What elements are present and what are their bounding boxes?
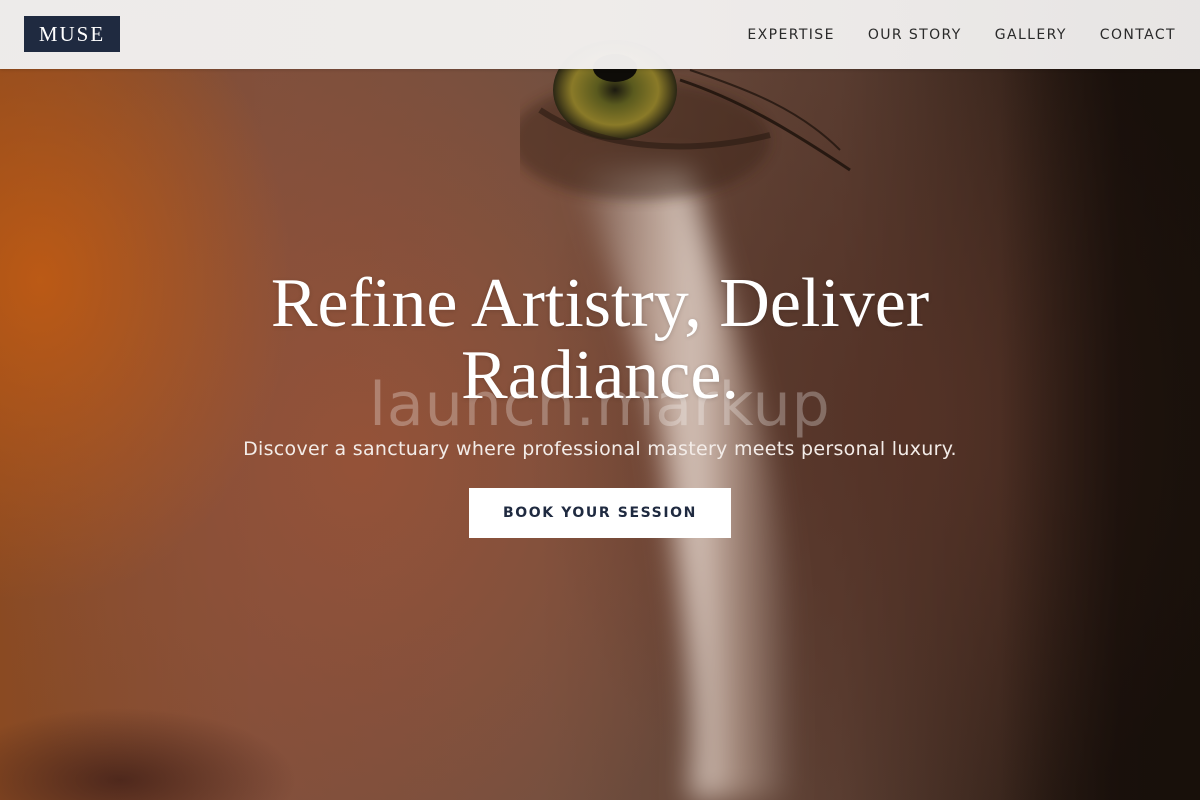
logo[interactable]: MUSE (24, 16, 120, 52)
nav-link-our-story[interactable]: OUR STORY (868, 27, 962, 43)
eye-graphic (520, 40, 851, 200)
hero-subheadline: Discover a sanctuary where professional … (243, 438, 957, 460)
site-header: MUSE EXPERTISE OUR STORY GALLERY CONTACT (0, 0, 1200, 69)
nav-link-gallery[interactable]: GALLERY (995, 27, 1067, 43)
book-session-button[interactable]: BOOK YOUR SESSION (469, 488, 731, 538)
nav-link-contact[interactable]: CONTACT (1100, 27, 1176, 43)
hero-content: Refine Artistry, Deliver Radiance. Disco… (0, 268, 1200, 538)
lip-shadow-graphic (0, 640, 360, 800)
nav-link-expertise[interactable]: EXPERTISE (747, 27, 834, 43)
hero-headline: Refine Artistry, Deliver Radiance. (270, 265, 930, 414)
main-nav: EXPERTISE OUR STORY GALLERY CONTACT (747, 0, 1176, 69)
